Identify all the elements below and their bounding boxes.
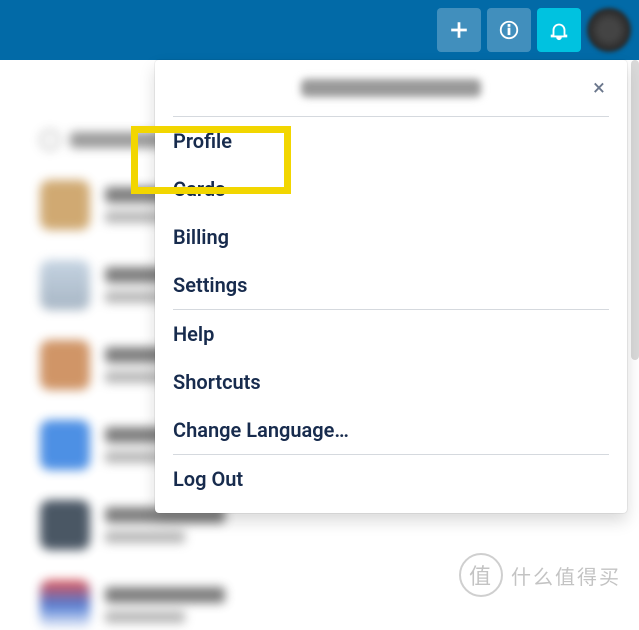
bell-icon: [548, 19, 570, 41]
close-icon: ×: [593, 76, 605, 101]
menu-item-cards[interactable]: Cards: [155, 165, 627, 213]
menu-item-profile[interactable]: Profile: [155, 117, 627, 165]
account-dropdown: × Profile Cards Billing Settings Help Sh…: [155, 60, 627, 513]
notifications-button[interactable]: [537, 8, 581, 52]
menu-item-change-language[interactable]: Change Language…: [155, 406, 627, 454]
top-bar: [0, 0, 639, 60]
dropdown-header: ×: [155, 60, 627, 116]
menu-item-shortcuts[interactable]: Shortcuts: [155, 358, 627, 406]
avatar[interactable]: [587, 8, 631, 52]
info-icon: [498, 19, 520, 41]
add-button[interactable]: [437, 8, 481, 52]
menu-item-billing[interactable]: Billing: [155, 213, 627, 261]
close-button[interactable]: ×: [585, 74, 613, 102]
info-button[interactable]: [487, 8, 531, 52]
menu-item-settings[interactable]: Settings: [155, 261, 627, 309]
dropdown-title: [301, 79, 481, 97]
scrollbar[interactable]: [631, 60, 639, 360]
plus-icon: [448, 19, 470, 41]
menu-item-log-out[interactable]: Log Out: [155, 455, 627, 503]
menu-item-help[interactable]: Help: [155, 310, 627, 358]
